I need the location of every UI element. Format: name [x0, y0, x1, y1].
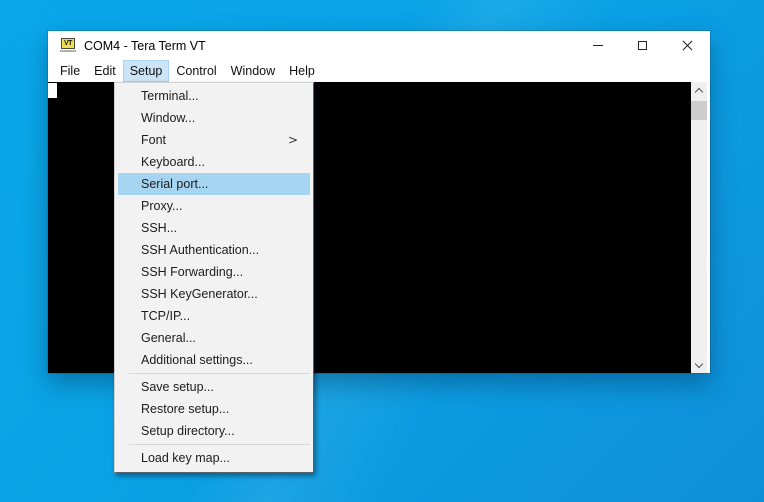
tera-term-window: VT COM4 - Tera Term VT File Edit Setup C… [48, 31, 710, 473]
menu-item-save-setup[interactable]: Save setup... [118, 376, 310, 398]
scroll-up-button[interactable] [691, 82, 707, 99]
menu-item-proxy[interactable]: Proxy... [118, 195, 310, 217]
title-bar[interactable]: VT COM4 - Tera Term VT [48, 31, 710, 60]
menu-item-restore-setup[interactable]: Restore setup... [118, 398, 310, 420]
chevron-down-icon [694, 359, 704, 368]
menu-item-ssh-authentication[interactable]: SSH Authentication... [118, 239, 310, 261]
menu-bar: File Edit Setup Control Window Help [48, 60, 710, 82]
chevron-up-icon [694, 87, 704, 97]
menu-item-load-key-map[interactable]: Load key map... [118, 447, 310, 469]
terminal-cursor [48, 83, 57, 98]
tera-term-app-icon[interactable]: VT [60, 38, 76, 53]
vt-icon-screen: VT [61, 38, 75, 49]
menubar-item-edit[interactable]: Edit [87, 60, 123, 82]
window-title: COM4 - Tera Term VT [84, 38, 206, 53]
menu-item-serial-port[interactable]: Serial port... [118, 173, 310, 195]
menu-item-setup-directory[interactable]: Setup directory... [118, 420, 310, 442]
desktop-background: VT COM4 - Tera Term VT File Edit Setup C… [0, 0, 764, 502]
menu-item-tcpip[interactable]: TCP/IP... [118, 305, 310, 327]
close-icon [682, 40, 693, 51]
menu-separator [129, 373, 310, 374]
menu-item-font[interactable]: Font > [118, 129, 310, 151]
menu-item-window[interactable]: Window... [118, 107, 310, 129]
vt-icon-base [60, 50, 76, 52]
menubar-item-file[interactable]: File [53, 60, 87, 82]
scrollbar-thumb[interactable] [691, 101, 707, 120]
scroll-down-button[interactable] [691, 356, 707, 373]
menubar-item-control[interactable]: Control [169, 60, 223, 82]
menubar-item-help[interactable]: Help [282, 60, 322, 82]
menu-item-keyboard[interactable]: Keyboard... [118, 151, 310, 173]
menu-item-additional-settings[interactable]: Additional settings... [118, 349, 310, 371]
maximize-button[interactable] [620, 31, 665, 60]
scrollbar-track[interactable] [691, 99, 707, 356]
menu-item-ssh-keygenerator[interactable]: SSH KeyGenerator... [118, 283, 310, 305]
menu-item-ssh-forwarding[interactable]: SSH Forwarding... [118, 261, 310, 283]
minimize-icon [592, 45, 603, 46]
caption-buttons [575, 31, 710, 60]
minimize-button[interactable] [575, 31, 620, 60]
menu-item-terminal[interactable]: Terminal... [118, 85, 310, 107]
close-button[interactable] [665, 31, 710, 60]
submenu-arrow-icon: > [287, 133, 298, 147]
menubar-item-window[interactable]: Window [224, 60, 282, 82]
maximize-icon [638, 41, 647, 50]
menu-item-general[interactable]: General... [118, 327, 310, 349]
vertical-scrollbar[interactable] [691, 82, 707, 373]
menu-separator [129, 444, 310, 445]
setup-dropdown-menu: Terminal... Window... Font > Keyboard...… [114, 82, 314, 473]
menubar-item-setup[interactable]: Setup [122, 60, 170, 82]
menu-item-ssh[interactable]: SSH... [118, 217, 310, 239]
